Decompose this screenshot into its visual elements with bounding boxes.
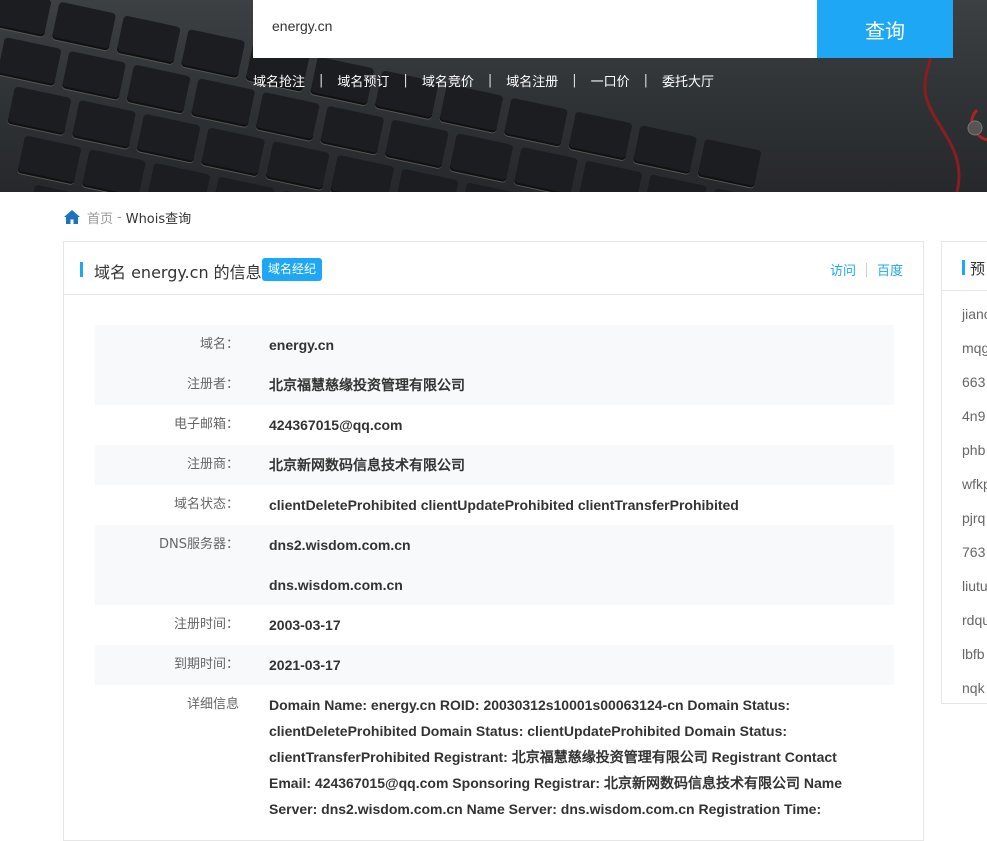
side-list-item[interactable]: pjrq xyxy=(962,501,987,535)
nav-link-fixed-price[interactable]: 一口价 xyxy=(591,71,630,90)
home-icon xyxy=(64,210,80,224)
nav-link-register[interactable]: 域名注册 xyxy=(506,71,558,90)
side-panel-header: 预 xyxy=(942,242,987,291)
nav-separator: | xyxy=(487,72,493,88)
info-value: 北京新网数码信息技术有限公司 xyxy=(269,457,465,473)
info-value-detail: Domain Name: energy.cn ROID: 20030312s10… xyxy=(269,697,843,817)
info-value: dns.wisdom.com.cn xyxy=(269,577,403,593)
info-label: DNS服务器： xyxy=(159,537,239,552)
search-button[interactable]: 查询 xyxy=(817,0,953,58)
info-label: 域名状态： xyxy=(173,497,239,512)
whois-info-table: 域名： energy.cn 注册者： 北京福慧慈缘投资管理有限公司 电子邮箱： … xyxy=(95,325,894,822)
info-value: 424367015@qq.com xyxy=(269,417,403,433)
nav-link-reserve[interactable]: 域名预订 xyxy=(337,71,389,90)
breadcrumb-home-link[interactable]: 首页 xyxy=(87,208,113,227)
search-box xyxy=(253,0,817,58)
info-row-domain: 域名： energy.cn xyxy=(95,325,894,365)
side-panel: 预 jiano mqg 663 4n9 phb wfkp pjrq 763 li… xyxy=(941,241,987,704)
info-row-reg-time: 注册时间： 2003-03-17 xyxy=(95,605,894,645)
side-list-item[interactable]: wfkp xyxy=(962,467,987,501)
breadcrumb: 首页 - Whois查询 xyxy=(63,207,191,227)
side-list-item[interactable]: phb xyxy=(962,433,987,467)
side-list-item[interactable]: lbfb xyxy=(962,637,987,671)
info-row-exp-time: 到期时间： 2021-03-17 xyxy=(95,645,894,685)
nav-link-consign[interactable]: 委托大厅 xyxy=(662,71,714,90)
side-list-item[interactable]: 4n9 xyxy=(962,399,987,433)
info-value: energy.cn xyxy=(269,337,335,353)
hero-nav: 域名抢注 | 域名预订 | 域名竞价 | 域名注册 | 一口价 | 委托大厅 xyxy=(253,70,714,90)
info-label: 详细信息 xyxy=(186,697,239,712)
info-value: clientDeleteProhibited clientUpdateProhi… xyxy=(269,497,739,513)
nav-link-snap[interactable]: 域名抢注 xyxy=(253,71,305,90)
side-domain-list: jiano mqg 663 4n9 phb wfkp pjrq 763 liut… xyxy=(962,297,987,703)
nav-separator: | xyxy=(572,72,577,88)
side-list-item[interactable]: rdqu xyxy=(962,603,987,637)
link-separator xyxy=(865,262,867,277)
visit-link[interactable]: 访问 xyxy=(830,260,856,279)
info-label: 到期时间： xyxy=(173,657,239,672)
breadcrumb-current: Whois查询 xyxy=(125,211,192,227)
info-label: 注册时间： xyxy=(173,617,239,632)
info-row-dns: DNS服务器： dns2.wisdom.com.cn xyxy=(95,525,894,565)
side-panel-title: 预 xyxy=(970,260,986,278)
info-row-registrar: 注册商： 北京新网数码信息技术有限公司 xyxy=(95,445,894,485)
search-input[interactable] xyxy=(272,18,792,34)
info-row-status: 域名状态： clientDeleteProhibited clientUpdat… xyxy=(95,485,894,525)
side-list-item[interactable]: nqk xyxy=(962,671,987,703)
info-row-dns-2: dns.wisdom.com.cn xyxy=(95,565,894,605)
info-row-email: 电子邮箱： 424367015@qq.com xyxy=(95,405,894,445)
info-label: 注册商： xyxy=(186,457,239,472)
info-value: 2003-03-17 xyxy=(269,617,341,633)
side-list-item[interactable]: 763 xyxy=(962,535,987,569)
nav-separator: | xyxy=(643,72,649,88)
info-label: 注册者： xyxy=(186,377,239,392)
title-accent-bar xyxy=(80,262,83,277)
side-list-item[interactable]: mqg xyxy=(962,331,987,365)
info-value: dns2.wisdom.com.cn xyxy=(269,537,411,553)
baidu-link[interactable]: 百度 xyxy=(877,260,903,279)
breadcrumb-separator: - xyxy=(117,209,122,225)
nav-link-auction[interactable]: 域名竞价 xyxy=(422,71,474,90)
info-label-empty xyxy=(95,565,239,605)
broker-badge[interactable]: 域名经纪 xyxy=(262,258,323,281)
side-list-item[interactable]: jiano xyxy=(962,297,987,331)
info-row-registrant: 注册者： 北京福慧慈缘投资管理有限公司 xyxy=(95,365,894,405)
info-label: 域名： xyxy=(199,337,239,352)
nav-separator: | xyxy=(403,72,408,88)
side-list-item[interactable]: 663 xyxy=(962,365,987,399)
panel-header: 域名 energy.cn 的信息 域名经纪 访问 百度 xyxy=(64,242,923,295)
info-label: 电子邮箱： xyxy=(173,417,239,432)
panel-title: 域名 energy.cn 的信息 xyxy=(94,263,262,282)
info-value: 北京福慧慈缘投资管理有限公司 xyxy=(269,377,465,393)
info-row-detail: 详细信息 Domain Name: energy.cn ROID: 200303… xyxy=(95,685,894,822)
info-value: 2021-03-17 xyxy=(269,657,341,673)
side-title-accent-bar xyxy=(962,260,965,275)
nav-separator: | xyxy=(319,72,324,88)
side-list-item[interactable]: liutu xyxy=(962,569,987,603)
whois-panel: 域名 energy.cn 的信息 域名经纪 访问 百度 域名： energy.c… xyxy=(63,241,924,841)
panel-header-links: 访问 百度 xyxy=(830,260,903,279)
